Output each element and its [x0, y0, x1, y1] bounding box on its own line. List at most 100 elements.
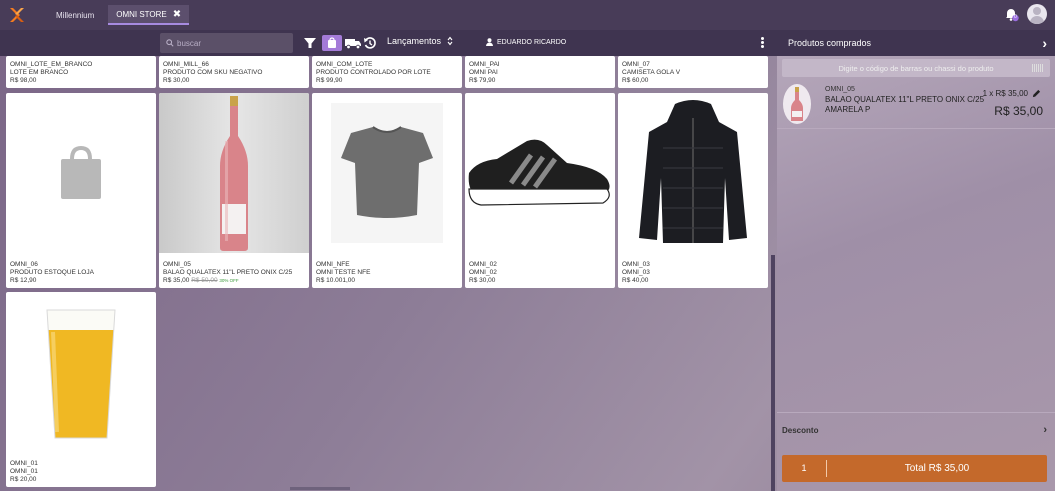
cart-item[interactable]: OMNI_05 BALAO QUALATEX 11"L PRETO ONIX C… [777, 79, 1055, 129]
product-info: OMNI_MILL_66 PRODUTO COM SKU NEGATIVO R$… [163, 61, 305, 85]
grid-scrollbar[interactable] [771, 255, 775, 491]
toolbar: Lançamentos EDUARDO RICARDO [0, 30, 775, 56]
app-logo-icon[interactable] [8, 6, 26, 24]
sneaker-image [468, 139, 610, 206]
product-card[interactable]: OMNI_LOTE_EM_BRANCO LOTE EM BRANCO R$ 98… [6, 56, 156, 88]
cart-item-qty-label: 1 x R$ 35,00 [982, 89, 1028, 98]
product-image [312, 93, 462, 253]
lancamentos-dropdown[interactable]: Lançamentos [387, 36, 453, 46]
horizontal-scrollbar[interactable] [290, 487, 350, 490]
user-avatar[interactable] [1027, 4, 1047, 24]
tab-label: Millennium [56, 10, 95, 20]
search-box [160, 33, 293, 53]
cart-item-thumbnail [783, 84, 811, 124]
product-price: R$ 30,00 [469, 277, 496, 284]
more-options-icon[interactable] [759, 36, 765, 50]
product-card[interactable]: OMNI_06 PRODUTO ESTOQUE LOJA R$ 12,90 [6, 93, 156, 288]
wine-bottle-image [220, 95, 248, 251]
product-name: PRODUTO ESTOQUE LOJA [10, 269, 94, 276]
product-code: OMNI_MILL_66 [163, 61, 209, 68]
product-code: OMNI_02 [469, 261, 497, 268]
cart-header: Produtos comprados › [775, 30, 1055, 56]
pencil-edit-icon[interactable] [1032, 89, 1041, 98]
total-label: Total R$ 35,00 [904, 463, 970, 474]
product-card[interactable]: OMNI_MILL_66 PRODUTO COM SKU NEGATIVO R$… [159, 56, 309, 88]
product-name: PRODUTO COM SKU NEGATIVO [163, 69, 263, 76]
product-info: OMNI_COM_LOTE PRODUTO CONTROLADO POR LOT… [316, 61, 458, 85]
product-card[interactable]: OMNI_07 CAMISETA GOLA V R$ 60,00 [618, 56, 768, 88]
product-price: R$ 35,00 [163, 277, 190, 284]
black-jacket-image [639, 100, 747, 243]
product-name: LOTE EM BRANCO [10, 69, 69, 76]
tab-millennium[interactable]: Millennium [48, 5, 102, 25]
product-name: OMNI_03 [622, 269, 650, 276]
gray-tshirt-image [331, 103, 443, 243]
product-name: OMNI PAI [469, 69, 498, 76]
sort-chevrons-icon [447, 36, 453, 46]
product-card[interactable]: OMNI_01 OMNI_01 R$ 20,00 [6, 292, 156, 487]
tab-omni-store[interactable]: OMNI STORE ✖ [108, 5, 190, 25]
search-input[interactable] [177, 38, 287, 48]
product-price: R$ 40,00 [622, 277, 649, 284]
product-code: OMNI_07 [622, 61, 650, 68]
product-price: R$ 60,00 [622, 77, 649, 84]
chevron-right-icon: › [1043, 424, 1047, 436]
total-quantity: 1 [782, 460, 827, 477]
product-old-price: R$ 50,00 [191, 277, 218, 284]
product-code: OMNI_COM_LOTE [316, 61, 373, 68]
product-card[interactable]: OMNI_PAI OMNI PAI R$ 79,90 [465, 56, 615, 88]
product-card[interactable]: OMNI_05 BALAO QUALATEX 11"L PRETO ONIX C… [159, 93, 309, 288]
barcode-input[interactable]: Digite o código de barras ou chassi do p… [782, 59, 1050, 77]
product-card[interactable]: OMNI_COM_LOTE PRODUTO CONTROLADO POR LOT… [312, 56, 462, 88]
product-name: PRODUTO CONTROLADO POR LOTE [316, 69, 431, 76]
product-price: R$ 79,90 [469, 77, 496, 84]
shopping-bag-placeholder-icon [61, 145, 101, 199]
user-name: EDUARDO RICARDO [497, 38, 567, 46]
product-price: R$ 98,00 [10, 77, 37, 84]
checkout-button[interactable]: 1 Total R$ 35,00 [782, 455, 1047, 482]
product-info: OMNI_02 OMNI_02 R$ 30,00 [469, 261, 611, 285]
product-code: OMNI_06 [10, 261, 38, 268]
product-info: OMNI_06 PRODUTO ESTOQUE LOJA R$ 12,90 [10, 261, 152, 285]
product-price: R$ 20,00 [10, 476, 37, 483]
lancamentos-label: Lançamentos [387, 36, 442, 46]
barcode-placeholder: Digite o código de barras ou chassi do p… [838, 63, 994, 73]
close-tab-icon[interactable]: ✖ [173, 9, 181, 20]
cart-item-total: R$ 35,00 [994, 104, 1043, 118]
filter-icon[interactable] [302, 35, 318, 51]
product-info: OMNI_LOTE_EM_BRANCO LOTE EM BRANCO R$ 98… [10, 61, 152, 85]
product-card[interactable]: OMNI_NFE OMNI TESTE NFE R$ 10.001,00 [312, 93, 462, 288]
tab-label: OMNI STORE [116, 9, 167, 19]
product-image [618, 93, 768, 253]
product-code: OMNI_01 [10, 460, 38, 467]
product-price: R$ 10.001,00 [316, 277, 356, 284]
product-name: OMNI TESTE NFE [316, 269, 371, 276]
beer-glass-image [46, 309, 116, 439]
product-name: OMNI_01 [10, 468, 38, 475]
product-info: OMNI_07 CAMISETA GOLA V R$ 60,00 [622, 61, 764, 85]
product-code: OMNI_NFE [316, 261, 350, 268]
history-icon[interactable] [362, 35, 378, 51]
product-price: R$ 99,90 [316, 77, 343, 84]
top-right-actions: 0 [1003, 4, 1047, 24]
cart-mode-button[interactable] [322, 35, 342, 51]
product-image [159, 93, 309, 253]
product-price: R$ 30,00 [163, 77, 190, 84]
wine-bottle-icon [791, 87, 803, 121]
user-menu[interactable]: EDUARDO RICARDO [486, 38, 566, 46]
product-code: OMNI_LOTE_EM_BRANCO [10, 61, 93, 68]
notification-count: 0 [1014, 14, 1017, 20]
notification-bell-icon[interactable]: 0 [1003, 6, 1019, 22]
cart-item-code: OMNI_05 [825, 86, 855, 93]
product-card[interactable]: OMNI_03 OMNI_03 R$ 40,00 [618, 93, 768, 288]
discount-row[interactable]: Desconto › [777, 412, 1055, 448]
product-grid: OMNI_LOTE_EM_BRANCO LOTE EM BRANCO R$ 98… [0, 56, 775, 491]
delivery-truck-icon[interactable] [344, 35, 362, 51]
user-icon [486, 38, 493, 46]
barcode-icon[interactable] [1032, 64, 1044, 72]
product-image [465, 93, 615, 253]
product-card[interactable]: OMNI_02 OMNI_02 R$ 30,00 [465, 93, 615, 288]
product-info: OMNI_05 BALAO QUALATEX 11"L PRETO ONIX C… [163, 261, 305, 285]
product-price-row: R$ 35,00 R$ 50,00 30% OFF [163, 277, 305, 285]
chevron-right-icon[interactable]: › [1042, 35, 1047, 51]
